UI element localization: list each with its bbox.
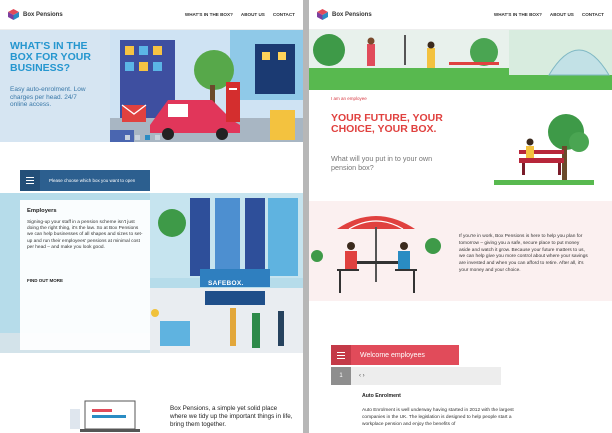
find-out-more-link[interactable]: FIND OUT MORE — [27, 278, 63, 283]
employee-info-section: If you're in work, Box Pensions is here … — [309, 201, 612, 301]
step-navigator: 1 ‹ › — [331, 367, 501, 385]
hero-title: WHAT'S IN THE BOX FOR YOUR BUSINESS? — [10, 40, 91, 74]
cafe-illustration — [311, 216, 441, 293]
brand-name: Box Pensions — [332, 11, 372, 18]
hero-banner: WHAT'S IN THE BOX FOR YOUR BUSINESS? Eas… — [0, 30, 303, 142]
page-subtitle: What will you put in to your own pension… — [331, 154, 433, 172]
welcome-label: Welcome employees — [360, 351, 425, 359]
employers-body: Signing-up your staff in a pension schem… — [27, 220, 143, 250]
carousel-dot[interactable] — [125, 135, 130, 140]
box-chooser-label: Please choose which box you want to open — [49, 178, 136, 183]
step-arrows[interactable]: ‹ › — [351, 367, 501, 385]
step-number: 1 — [331, 367, 351, 385]
page-title: YOUR FUTURE, YOUR CHOICE, YOUR BOX. — [331, 112, 443, 136]
carousel-dot[interactable] — [135, 135, 140, 140]
top-nav: Box Pensions WHAT'S IN THE BOX? ABOUT US… — [0, 0, 303, 30]
auto-enrolment-text: Auto Enrolment is well underway having s… — [362, 408, 514, 427]
intro-text: Box Pensions, a simple yet solid place w… — [170, 405, 293, 428]
park-illustration — [309, 30, 612, 90]
nav-whats-in-the-box[interactable]: WHAT'S IN THE BOX? — [185, 12, 233, 17]
welcome-employees-bar[interactable]: Welcome employees — [331, 345, 459, 365]
nav-about-us[interactable]: ABOUT US — [550, 12, 574, 17]
employers-card: Employers Signing-up your staff in a pen… — [20, 200, 150, 350]
nav-contact[interactable]: CONTACT — [582, 12, 604, 17]
employee-page: Box Pensions WHAT'S IN THE BOX? ABOUT US… — [309, 0, 612, 433]
top-nav: Box Pensions WHAT'S IN THE BOX? ABOUT US… — [309, 0, 612, 30]
box-logo-icon — [8, 9, 19, 20]
safebox-sign: SAFEBOX. — [208, 280, 244, 287]
box-chooser[interactable]: Please choose which box you want to open — [20, 170, 150, 191]
bench-illustration — [494, 114, 594, 185]
hamburger-icon[interactable] — [20, 170, 40, 191]
nav-whats-in-the-box[interactable]: WHAT'S IN THE BOX? — [494, 12, 542, 17]
laptop-illustration — [70, 400, 140, 432]
hero-subtitle: Easy auto-enrolment. Low charges per hea… — [10, 86, 86, 109]
carousel-dots — [125, 135, 160, 140]
employee-paragraph: If you're in work, Box Pensions is here … — [459, 234, 588, 273]
hamburger-icon[interactable] — [331, 345, 351, 365]
eyebrow-label: I am an employee — [331, 96, 367, 101]
auto-enrolment-heading: Auto Enrolment — [362, 393, 401, 399]
nav-about-us[interactable]: ABOUT US — [241, 12, 265, 17]
carousel-dot[interactable] — [155, 135, 160, 140]
logo[interactable]: Box Pensions — [317, 9, 372, 20]
box-logo-icon — [317, 9, 328, 20]
brand-name: Box Pensions — [23, 11, 63, 18]
logo[interactable]: Box Pensions — [8, 9, 63, 20]
nav-contact[interactable]: CONTACT — [273, 12, 295, 17]
employer-page: Box Pensions WHAT'S IN THE BOX? ABOUT US… — [0, 0, 303, 433]
carousel-dot-active[interactable] — [145, 135, 150, 140]
employers-title: Employers — [27, 208, 57, 214]
